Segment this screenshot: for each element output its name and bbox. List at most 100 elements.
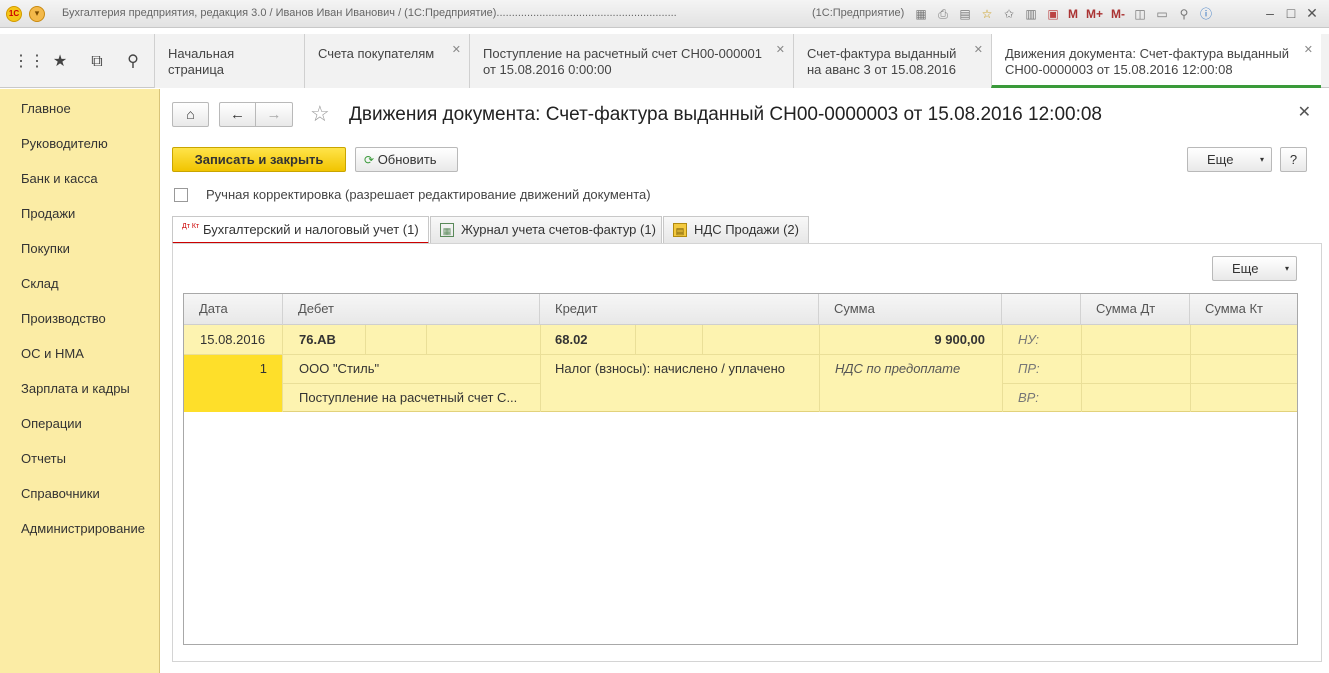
tab-bank-receipt[interactable]: Поступление на расчетный счет СН00-00000… xyxy=(469,34,793,88)
memory-minus-button[interactable]: M- xyxy=(1109,5,1127,23)
refresh-label: Обновить xyxy=(377,152,437,167)
app-logo-icon[interactable]: 1С xyxy=(6,6,22,22)
column-debit[interactable]: Дебет xyxy=(283,294,540,325)
column-amount-kt[interactable]: Сумма Кт xyxy=(1190,294,1297,325)
sidebar-item-warehouse[interactable]: Склад xyxy=(21,276,59,291)
tab-home[interactable]: Начальная страница xyxy=(154,34,304,88)
more-button[interactable]: Еще ▾ xyxy=(1187,147,1272,172)
print-icon[interactable]: ⎙ xyxy=(934,5,952,23)
info-icon[interactable]: ⓘ xyxy=(1197,5,1215,23)
row-date: 15.08.2016 xyxy=(200,332,266,347)
tab-invoices-buyers[interactable]: Счета покупателям ✕ xyxy=(304,34,469,88)
sidebar-item-production[interactable]: Производство xyxy=(21,311,106,326)
favorites-icon[interactable]: ✩ xyxy=(1000,5,1018,23)
tab-label: Счета покупателям xyxy=(318,46,435,61)
tab-label: НДС Продажи (2) xyxy=(694,222,799,237)
back-button[interactable]: ← xyxy=(219,102,256,127)
zoom-icon[interactable]: ▭ xyxy=(1153,5,1171,23)
sidebar-item-bank[interactable]: Банк и касса xyxy=(21,171,98,186)
debit-account: 76.АВ xyxy=(299,332,336,347)
apps-grid-icon[interactable]: ⋮⋮ xyxy=(13,52,45,72)
row-amount: 9 900,00 xyxy=(934,332,985,347)
sidebar-item-manager[interactable]: Руководителю xyxy=(21,136,108,151)
settings-icon[interactable]: ⚲ xyxy=(1175,5,1193,23)
maximize-button[interactable]: □ xyxy=(1281,5,1301,21)
panel-layout-icon[interactable]: ◫ xyxy=(1131,5,1149,23)
movements-table[interactable]: Дата Дебет Кредит Сумма Сумма Дт Сумма К… xyxy=(183,293,1298,645)
sidebar-item-purchases[interactable]: Покупки xyxy=(21,241,70,256)
table-row[interactable]: 15.08.2016 1 76.АВ ООО "Стиль" Поступлен… xyxy=(184,325,1297,412)
minimize-button[interactable]: – xyxy=(1260,5,1280,21)
tab-vat-sales[interactable]: ▤ НДС Продажи (2) xyxy=(663,216,809,244)
main-menu-icon[interactable]: ▾ xyxy=(29,6,45,22)
tab-label: Начальная страница xyxy=(168,46,235,77)
favorite-star-icon[interactable]: ☆ xyxy=(310,103,330,125)
history-icon[interactable]: ⧉ xyxy=(87,52,107,72)
manual-correction-checkbox[interactable] xyxy=(174,188,188,202)
save-close-button[interactable]: Записать и закрыть xyxy=(172,147,346,172)
calculator-icon[interactable]: ▥ xyxy=(1022,5,1040,23)
label-vr: ВР: xyxy=(1018,390,1039,405)
table-header: Дата Дебет Кредит Сумма Сумма Дт Сумма К… xyxy=(184,294,1297,325)
tab-document-movements[interactable]: Движения документа: Счет-фактура выданны… xyxy=(991,34,1321,88)
window-title: Бухгалтерия предприятия, редакция 3.0 / … xyxy=(62,7,677,19)
table-more-button[interactable]: Еще ▾ xyxy=(1212,256,1297,281)
column-amount-dt[interactable]: Сумма Дт xyxy=(1081,294,1190,325)
sidebar-item-salary[interactable]: Зарплата и кадры xyxy=(21,381,130,396)
debit-subconto-1: ООО "Стиль" xyxy=(299,361,380,376)
label-nu: НУ: xyxy=(1018,332,1040,347)
close-icon[interactable]: ✕ xyxy=(974,42,983,58)
tab-invoice-journal[interactable]: ▦ Журнал учета счетов-фактур (1) xyxy=(430,216,662,244)
more-label: Еще xyxy=(1207,152,1234,167)
memory-button[interactable]: M xyxy=(1066,5,1080,23)
sidebar-item-admin[interactable]: Администрирование xyxy=(21,521,145,536)
close-icon[interactable]: ✕ xyxy=(1304,42,1313,58)
tab-invoice-advance[interactable]: Счет-фактура выданный на аванс 3 от 15.0… xyxy=(793,34,991,88)
help-button[interactable]: ? xyxy=(1280,147,1307,172)
sidebar-item-reports[interactable]: Отчеты xyxy=(21,451,66,466)
tab-label: Счет-фактура выданный на аванс 3 от 15.0… xyxy=(807,46,957,77)
tab-label: Поступление на расчетный счет СН00-00000… xyxy=(483,46,763,77)
window-title-bar: 1С ▾ Бухгалтерия предприятия, редакция 3… xyxy=(0,0,1329,28)
column-date[interactable]: Дата xyxy=(184,294,283,325)
sections-sidebar: Главное Руководителю Банк и касса Продаж… xyxy=(0,89,160,673)
sidebar-item-sales[interactable]: Продажи xyxy=(21,206,75,221)
column-amount[interactable]: Сумма xyxy=(819,294,1002,325)
window-title-suffix: (1С:Предприятие) xyxy=(812,7,905,19)
close-window-button[interactable]: ✕ xyxy=(1302,5,1322,22)
page-title: Движения документа: Счет-фактура выданны… xyxy=(349,104,1102,125)
close-form-icon[interactable]: ✕ xyxy=(1298,102,1311,122)
more-label: Еще xyxy=(1232,261,1259,276)
chevron-down-icon: ▾ xyxy=(1284,264,1289,273)
close-icon[interactable]: ✕ xyxy=(776,42,785,58)
sidebar-item-main[interactable]: Главное xyxy=(21,101,71,116)
calendar-icon[interactable]: ▣ xyxy=(1044,5,1062,23)
memory-plus-button[interactable]: M+ xyxy=(1084,5,1105,23)
title-toolbar: ▦ ⎙ ▤ ☆ ✩ ▥ ▣ M M+ M- ◫ ▭ ⚲ ⓘ xyxy=(912,5,1215,23)
sidebar-item-assets[interactable]: ОС и НМА xyxy=(21,346,84,361)
column-credit[interactable]: Кредит xyxy=(540,294,819,325)
tab-label: Журнал учета счетов-фактур (1) xyxy=(461,222,656,237)
refresh-icon: ⟳ xyxy=(364,153,375,167)
close-icon[interactable]: ✕ xyxy=(452,42,461,58)
favorites-star-icon[interactable]: ★ xyxy=(50,52,70,72)
add-favorites-icon[interactable]: ☆ xyxy=(978,5,996,23)
tab-accounting[interactable]: Дт Кт Бухгалтерский и налоговый учет (1) xyxy=(172,216,429,244)
label-pr: ПР: xyxy=(1018,361,1040,376)
dt-kt-icon: Дт Кт xyxy=(182,223,200,230)
sidebar-item-catalogs[interactable]: Справочники xyxy=(21,486,100,501)
column-type[interactable] xyxy=(1002,294,1081,325)
credit-subconto-1: Налог (взносы): начислено / уплачено xyxy=(555,361,785,376)
manual-correction-label: Ручная корректировка (разрешает редактир… xyxy=(206,187,651,202)
save-icon[interactable]: ▦ xyxy=(912,5,930,23)
register-icon: ▤ xyxy=(673,223,687,237)
preview-icon[interactable]: ▤ xyxy=(956,5,974,23)
sidebar-item-operations[interactable]: Операции xyxy=(21,416,82,431)
tab-label: Движения документа: Счет-фактура выданны… xyxy=(1005,46,1290,77)
document-form: ⌂ ← → ☆ Движения документа: Счет-фактура… xyxy=(160,89,1329,673)
refresh-button[interactable]: ⟳ Обновить xyxy=(355,147,458,172)
search-icon[interactable]: ⚲ xyxy=(123,52,143,72)
forward-button[interactable]: → xyxy=(255,102,293,127)
home-button[interactable]: ⌂ xyxy=(172,102,209,127)
chevron-down-icon: ▾ xyxy=(1259,155,1264,164)
